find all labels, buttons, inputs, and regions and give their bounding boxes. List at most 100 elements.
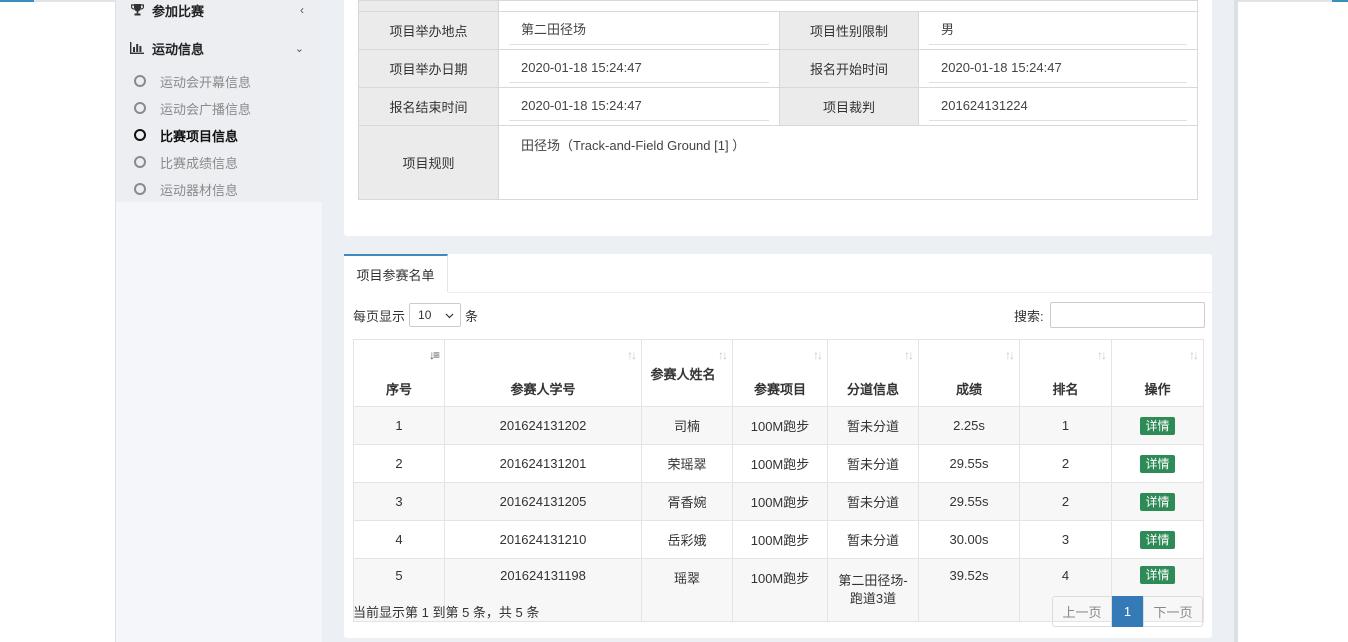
cell-event: 100M跑步 — [732, 406, 828, 445]
cell-name: 荣瑶翠 — [641, 444, 733, 483]
sidebar-item-sport[interactable]: 运动信息 ⌄ — [116, 38, 322, 58]
col-header-event[interactable]: 参赛项目 ↑↓ — [732, 339, 828, 407]
col-header-name[interactable]: 参赛人姓名 ↑↓ — [641, 339, 733, 407]
bar-chart-icon — [130, 41, 144, 55]
sidebar-item-label: 运动会广播信息 — [160, 101, 252, 117]
table-info: 当前显示第 1 到第 5 条，共 5 条 — [353, 605, 540, 620]
detail-button[interactable]: 详情 — [1140, 492, 1175, 511]
cell-rank: 2 — [1019, 444, 1112, 483]
roster-table: 序号 ↓≡ 参赛人学号 ↑↓ 参赛人姓名 ↑↓ 参赛项目 ↑↓ 分道信息 ↑↓ 成绩 ↑↓ … — [353, 339, 1204, 622]
col-header-rank[interactable]: 排名 ↑↓ — [1019, 339, 1112, 407]
page-1-button[interactable]: 1 — [1112, 596, 1143, 627]
cell-id: 201624131202 — [444, 406, 642, 445]
sidebar-item-broadcast[interactable]: 运动会广播信息 — [116, 98, 322, 118]
sidebar-item-equipment[interactable]: 运动器材信息 — [116, 179, 322, 199]
cell-event: 100M跑步 — [732, 482, 828, 521]
sort-icon: ↑↓ — [1005, 348, 1015, 362]
cell-id: 201624131201 — [444, 444, 642, 483]
table-row: 2 201624131201 荣瑶翠 100M跑步 暂未分道 29.55s 2 … — [353, 444, 1204, 483]
cell-rank: 1 — [1019, 406, 1112, 445]
detail-value-blank — [499, 1, 1197, 12]
tab-roster[interactable]: 项目参赛名单 — [344, 254, 448, 292]
detail-label-gender: 项目性别限制 — [779, 12, 919, 50]
page-length-control: 每页显示 10 条 — [353, 302, 478, 328]
sort-icon: ↑↓ — [813, 348, 823, 362]
prev-page-button[interactable]: 上一页 — [1052, 596, 1112, 627]
sidebar-item-label: 比赛成绩信息 — [160, 155, 239, 171]
detail-value-reg-start: 2020-01-18 15:24:47 — [919, 50, 1197, 88]
sort-icon: ↑↓ — [904, 348, 914, 362]
circle-icon — [134, 129, 146, 141]
trophy-icon — [130, 3, 144, 17]
tab-divider — [448, 292, 1212, 293]
page-length-select[interactable]: 10 — [409, 303, 462, 327]
circle-icon — [134, 102, 146, 114]
detail-value-rules: 田径场（Track-and-Field Ground [1] ） — [521, 138, 746, 153]
cell-action: 详情 — [1111, 520, 1204, 559]
cell-lane: 暂未分道 — [827, 444, 919, 483]
sidebar-item-label: 运动器材信息 — [160, 182, 239, 198]
cell-score: 2.25s — [918, 406, 1020, 445]
table-header-row: 序号 ↓≡ 参赛人学号 ↑↓ 参赛人姓名 ↑↓ 参赛项目 ↑↓ 分道信息 ↑↓ 成绩 ↑↓ … — [353, 339, 1204, 407]
col-header-no[interactable]: 序号 ↓≡ — [353, 339, 445, 407]
table-row: 4 201624131210 岳彩娥 100M跑步 暂未分道 30.00s 3 … — [353, 520, 1204, 559]
sidebar-item-results[interactable]: 比赛成绩信息 — [116, 152, 322, 172]
cell-score: 29.55s — [918, 482, 1020, 521]
col-header-id[interactable]: 参赛人学号 ↑↓ — [444, 339, 642, 407]
scroll-shadow — [1234, 0, 1238, 642]
next-page-button[interactable]: 下一页 — [1143, 596, 1203, 627]
cell-no: 1 — [353, 406, 445, 445]
col-header-lane[interactable]: 分道信息 ↑↓ — [827, 339, 919, 407]
sidebar-item-label: 运动会开幕信息 — [160, 74, 252, 90]
detail-label-rules: 项目规则 — [359, 126, 499, 199]
table-row: 3 201624131205 胥香婉 100M跑步 暂未分道 29.55s 2 … — [353, 482, 1204, 521]
cell-event: 100M跑步 — [732, 520, 828, 559]
page-length-suffix: 条 — [465, 308, 479, 324]
sort-asc-icon: ↓≡ — [428, 348, 440, 362]
sidebar-item-label: 比赛项目信息 — [160, 128, 239, 144]
detail-value-referee: 201624131224 — [919, 88, 1197, 126]
sidebar-item-join[interactable]: 参加比赛 ‹ — [116, 0, 322, 20]
sort-icon: ↑↓ — [718, 348, 728, 362]
detail-button[interactable]: 详情 — [1140, 454, 1175, 473]
circle-icon — [134, 183, 146, 195]
cell-lane: 第二田径场-跑道3道 — [827, 558, 919, 622]
detail-label-blank — [359, 1, 499, 12]
search-input[interactable] — [1049, 302, 1205, 328]
cell-action: 详情 — [1111, 406, 1204, 445]
page-length-prefix: 每页显示 — [353, 308, 406, 324]
detail-label-date: 项目举办日期 — [359, 50, 499, 88]
cell-no: 4 — [353, 520, 445, 559]
cell-name: 瑶翠 — [641, 558, 733, 622]
cell-score: 39.52s — [918, 558, 1020, 622]
cell-rank: 3 — [1019, 520, 1112, 559]
cell-name: 胥香婉 — [641, 482, 733, 521]
cell-score: 29.55s — [918, 444, 1020, 483]
cell-rank: 2 — [1019, 482, 1112, 521]
cell-name: 司楠 — [641, 406, 733, 445]
page-length-value: 10 — [418, 308, 432, 322]
sidebar-item-opening[interactable]: 运动会开幕信息 — [116, 71, 322, 91]
detail-value-place: 第二田径场 — [499, 12, 779, 50]
cell-no: 2 — [353, 444, 445, 483]
cell-id: 201624131205 — [444, 482, 642, 521]
sidebar-item-events[interactable]: 比赛项目信息 — [116, 125, 322, 145]
sort-icon: ↑↓ — [1097, 348, 1107, 362]
detail-button[interactable]: 详情 — [1140, 566, 1175, 584]
detail-button[interactable]: 详情 — [1140, 416, 1175, 435]
detail-value-date: 2020-01-18 15:24:47 — [499, 50, 779, 88]
chevron-left-icon: ‹ — [300, 3, 304, 17]
detail-button[interactable]: 详情 — [1140, 530, 1175, 549]
cell-id: 201624131210 — [444, 520, 642, 559]
chevron-down-icon: ⌄ — [294, 42, 304, 55]
cell-event: 100M跑步 — [732, 444, 828, 483]
col-header-score[interactable]: 成绩 ↑↓ — [918, 339, 1020, 407]
detail-label-reg-end: 报名结束时间 — [359, 88, 499, 126]
cell-no: 3 — [353, 482, 445, 521]
cell-action: 详情 — [1111, 444, 1204, 483]
cell-lane: 暂未分道 — [827, 482, 919, 521]
event-details-table: 项目举办地点 第二田径场 项目性别限制 男 项目举办日期 2020-01-18 … — [358, 0, 1198, 200]
detail-label-referee: 项目裁判 — [779, 88, 919, 126]
col-header-action[interactable]: 操作 ↑↓ — [1111, 339, 1204, 407]
detail-label-place: 项目举办地点 — [359, 12, 499, 50]
